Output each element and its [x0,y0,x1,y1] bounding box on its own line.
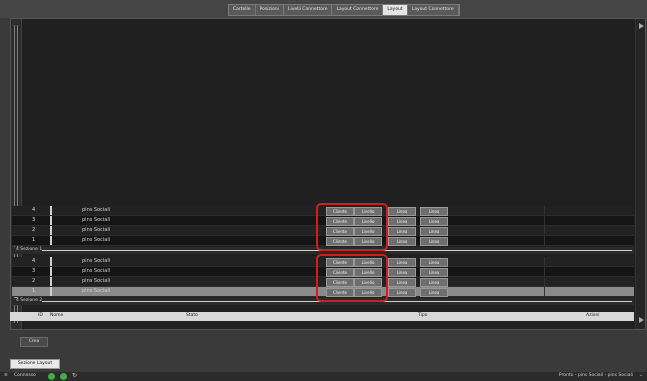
scroll-right-arrow-bottom-icon[interactable] [639,317,644,323]
right-scroll-rail[interactable] [635,19,645,329]
row-marker [50,216,52,225]
row-marker [50,236,52,245]
row-number: 2 [32,227,36,233]
row-button-3[interactable]: Linea [388,278,416,287]
column-separator [544,287,545,296]
status-ok-icon-2 [60,373,67,380]
row-button-4[interactable]: Linea [420,268,448,277]
column-separator [544,216,545,225]
group-label: 4 Sezione 2 [16,298,43,303]
status-right-text: Pronto - pins Sociali - pins Sociali [558,373,633,378]
column-separator [544,267,545,276]
row-button-4[interactable]: Linea [420,258,448,267]
create-button[interactable]: Crea [20,337,48,347]
row-marker [50,206,52,215]
row-name: pins Sociali [82,227,111,233]
row-number: 4 [32,207,36,213]
highlight-box-group-1 [316,203,388,251]
row-button-4[interactable]: Linea [420,278,448,287]
row-button-4[interactable]: Linea [420,207,448,216]
column-header-nome[interactable]: Nome [50,313,63,318]
row-button-4[interactable]: Linea [420,237,448,246]
column-header-stato[interactable]: Stato [186,313,198,318]
row-name: pins Sociali [82,278,111,284]
column-separator [544,236,545,245]
column-separator [544,206,545,215]
status-menu-icon[interactable]: ≡ [4,373,8,378]
row-button-3[interactable]: Linea [388,288,416,297]
row-button-3[interactable]: Linea [388,237,416,246]
row-button-4[interactable]: Linea [420,217,448,226]
row-button-3[interactable]: Linea [388,258,416,267]
row-button-4[interactable]: Linea [420,288,448,297]
row-marker [50,267,52,276]
row-marker [50,287,52,296]
row-button-3[interactable]: Linea [388,227,416,236]
status-bar: ≡ Connesso ↻ Pronto - pins Sociali - pin… [0,372,647,381]
row-number: 3 [32,217,36,223]
tab-livelli-connettore[interactable]: Livelli Connettore [284,5,333,15]
status-ok-icon [48,373,55,380]
row-button-3[interactable]: Linea [388,268,416,277]
row-marker [50,257,52,266]
row-button-3[interactable]: Linea [388,207,416,216]
row-name: pins Sociali [82,268,111,274]
column-header-bar: ID Nome Stato Tipo Azioni [10,312,634,321]
row-marker [50,226,52,235]
column-header-azioni[interactable]: Azioni [586,313,600,318]
row-button-4[interactable]: Linea [420,227,448,236]
highlight-box-group-2 [316,254,388,302]
column-header-id[interactable]: ID [38,313,43,318]
column-separator [544,277,545,286]
row-number: 2 [32,278,36,284]
tab-posizioni[interactable]: Posizioni [256,5,284,15]
tab-layout[interactable]: Layout [383,5,408,15]
row-name: pins Sociali [82,288,111,294]
tab-strip: Cartelle Posizioni Livelli Connettore La… [228,4,460,16]
chevron-down-icon[interactable]: ⌄ [639,373,643,378]
tab-cartelle[interactable]: Cartelle [229,5,256,15]
column-header-tipo[interactable]: Tipo [418,313,427,318]
row-number: 3 [32,268,36,274]
row-button-3[interactable]: Linea [388,217,416,226]
tab-layout-connettore[interactable]: Layout Connettore [332,5,384,15]
column-separator [544,226,545,235]
row-name: pins Sociali [82,258,111,264]
row-name: pins Sociali [82,217,111,223]
status-left-text: Connesso [14,373,36,378]
row-number: 1 [32,288,36,294]
scroll-right-arrow-icon[interactable] [639,23,644,29]
tab-layout-connettore-2[interactable]: Layout Connettore [408,5,459,15]
row-name: pins Sociali [82,207,111,213]
bottom-tab-section-layout[interactable]: Sezione Layout [10,359,60,369]
column-separator [544,257,545,266]
group-label: 4 Sezione 1 [16,247,43,252]
row-name: pins Sociali [82,237,111,243]
refresh-icon[interactable]: ↻ [72,372,77,379]
row-number: 1 [32,237,36,243]
row-marker [50,277,52,286]
row-number: 4 [32,258,36,264]
top-bar: Cartelle Posizioni Livelli Connettore La… [0,0,647,18]
